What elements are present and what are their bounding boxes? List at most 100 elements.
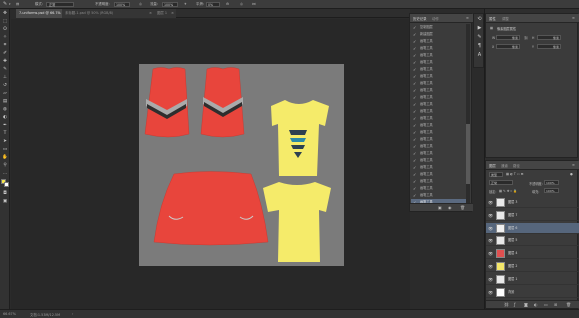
history-item[interactable]: ✓ 画笔工具 — [411, 87, 466, 94]
filter-icons[interactable]: ▦ ◐ T ▭ ⊞ — [506, 172, 523, 176]
history-item[interactable]: ✓ 画笔工具 — [411, 66, 466, 73]
symmetry-icon[interactable]: ⋈ — [252, 2, 255, 7]
history-panel-icon[interactable]: ⟲ — [476, 16, 483, 23]
history-brush-source-icon[interactable]: ✓ — [413, 102, 416, 107]
history-brush-source-icon[interactable]: ✓ — [413, 130, 416, 135]
history-item[interactable]: ✓ 复制图层 — [411, 24, 466, 31]
link-layers-icon[interactable]: ⛓ — [504, 302, 509, 307]
eye-icon[interactable]: 👁 — [488, 277, 493, 282]
history-brush-source-icon[interactable]: ✓ — [413, 39, 416, 44]
tab-channels[interactable]: 通道 — [501, 163, 508, 168]
history-item[interactable]: ✓ 画笔工具 — [411, 185, 466, 192]
history-item[interactable]: ✓ 画笔工具 — [411, 52, 466, 59]
close-icon[interactable]: × — [149, 9, 152, 18]
height-field[interactable]: 像素 — [537, 35, 561, 40]
history-item[interactable]: ✓ 画笔工具 — [411, 80, 466, 87]
opacity-field[interactable]: 100% — [114, 2, 130, 7]
layer-name[interactable]: 图层 2 — [508, 264, 517, 269]
panel-menu-icon[interactable]: ≡ — [572, 163, 575, 167]
quick-mask-icon[interactable]: ◘ — [2, 191, 8, 196]
layer-name[interactable]: 图层 4 — [508, 251, 517, 256]
crop-tool-icon[interactable]: ⌗ — [2, 43, 8, 48]
pen-tool-icon[interactable]: ✒ — [2, 123, 8, 128]
folder-icon[interactable]: ▭ — [544, 302, 548, 307]
layer-name[interactable]: 图层 1 — [508, 277, 517, 282]
layer-name[interactable]: 背景 — [508, 290, 514, 295]
new-layer-icon[interactable]: ⊞ — [554, 302, 557, 307]
history-brush-source-icon[interactable]: ✓ — [413, 109, 416, 114]
history-item[interactable]: ✓ 画笔工具 — [411, 143, 466, 150]
trash-icon[interactable]: 🗑 — [566, 302, 571, 307]
panel-menu-icon[interactable]: ≡ — [572, 16, 575, 20]
history-item[interactable]: ✓ 画笔工具 — [411, 94, 466, 101]
layer-row[interactable]: 👁 图层 3 — [486, 197, 579, 208]
path-select-tool-icon[interactable]: ➤ — [2, 139, 8, 144]
document-canvas[interactable] — [139, 64, 344, 266]
history-brush-tool-icon[interactable]: ↺ — [2, 83, 8, 88]
history-brush-source-icon[interactable]: ✓ — [413, 60, 416, 65]
y-field[interactable]: 像素 — [537, 44, 561, 49]
history-item[interactable]: ✓ 画笔工具 — [411, 178, 466, 185]
eye-icon[interactable]: 👁 — [488, 238, 493, 243]
history-brush-source-icon[interactable]: ✓ — [413, 81, 416, 86]
history-brush-source-icon[interactable]: ✓ — [413, 46, 416, 51]
screen-mode-icon[interactable]: ▣ — [2, 199, 8, 204]
eye-icon[interactable]: 👁 — [488, 290, 493, 295]
layer-row[interactable]: 👁 图层 7 — [486, 210, 579, 221]
paragraph-panel-icon[interactable]: ¶ — [476, 43, 483, 50]
history-item[interactable]: ✓ 画笔工具 — [411, 59, 466, 66]
airbrush-icon[interactable]: ✈ — [184, 2, 187, 7]
type-tool-icon[interactable]: T — [2, 131, 8, 136]
zoom-level[interactable]: 66.67% — [3, 312, 16, 316]
layer-row[interactable]: 👁 图层 2 — [486, 261, 579, 272]
history-brush-source-icon[interactable]: ✓ — [413, 74, 416, 79]
move-tool-icon[interactable]: ✥ — [2, 11, 8, 16]
history-item[interactable]: ✓ 画笔工具 — [411, 136, 466, 143]
lock-icons[interactable]: ▦ ✎ ✥ ⌗ 🔒 — [499, 189, 517, 193]
mask-icon[interactable]: ◙ — [524, 302, 528, 307]
history-item[interactable]: ✓ 画笔工具 — [411, 171, 466, 178]
history-brush-source-icon[interactable]: ✓ — [413, 32, 416, 37]
adjustment-layer-icon[interactable]: ◐ — [534, 302, 538, 307]
history-brush-source-icon[interactable]: ✓ — [413, 151, 416, 156]
blend-mode-select[interactable]: 正常 — [489, 180, 513, 185]
close-icon[interactable]: × — [171, 9, 174, 18]
history-item[interactable]: ✓ 画笔工具 — [411, 157, 466, 164]
history-brush-source-icon[interactable]: ✓ — [413, 179, 416, 184]
eye-icon[interactable]: 👁 — [488, 200, 493, 205]
brush-settings-panel-icon[interactable]: ✎ — [476, 34, 483, 41]
link-icon[interactable]: ⛓ — [524, 36, 528, 40]
layer-row[interactable]: 👁 背景 — [486, 287, 579, 298]
history-item[interactable]: ✓ 画笔工具 — [411, 101, 466, 108]
history-brush-source-icon[interactable]: ✓ — [413, 158, 416, 163]
x-field[interactable]: 像素 — [496, 44, 520, 49]
panel-menu-icon[interactable]: ≡ — [466, 16, 469, 20]
history-brush-source-icon[interactable]: ✓ — [413, 137, 416, 142]
history-item[interactable]: ✓ 画笔工具 — [411, 38, 466, 45]
fill-field[interactable]: 100% — [544, 188, 559, 193]
snapshot-icon[interactable]: ◉ — [448, 205, 452, 210]
zoom-tool-icon[interactable]: ⚲ — [2, 163, 8, 168]
smooth-field[interactable]: 0% — [206, 2, 220, 7]
eyedropper-tool-icon[interactable]: ✐ — [2, 51, 8, 56]
history-item[interactable]: ✓ 画笔工具 — [411, 122, 466, 129]
layer-name[interactable]: 图层 5 — [508, 238, 517, 243]
history-brush-source-icon[interactable]: ✓ — [413, 95, 416, 100]
actions-panel-icon[interactable]: ▶ — [476, 25, 483, 32]
history-item[interactable]: ✓ 画笔工具 — [411, 164, 466, 171]
tab-adjustments[interactable]: 调整 — [502, 16, 509, 21]
layer-row[interactable]: 👁 图层 5 — [486, 235, 579, 247]
layer-row[interactable]: 👁 图层 1 — [486, 274, 579, 285]
tab-paths[interactable]: 路径 — [513, 163, 520, 168]
eye-icon[interactable]: 👁 — [488, 264, 493, 269]
background-color-swatch[interactable] — [4, 182, 9, 187]
marquee-tool-icon[interactable]: ⬚ — [2, 19, 8, 24]
stamp-tool-icon[interactable]: ⊥ — [2, 75, 8, 80]
close-icon[interactable]: × — [57, 9, 60, 18]
history-item[interactable]: ✓ 画笔工具 — [411, 129, 466, 136]
scrollbar-thumb[interactable] — [466, 124, 470, 184]
healing-tool-icon[interactable]: ✚ — [2, 59, 8, 64]
more-tools-icon[interactable]: … — [2, 171, 8, 176]
brush-settings-icon[interactable]: ▤ — [16, 2, 19, 7]
history-item[interactable]: ✓ 新建图层 — [411, 31, 466, 38]
